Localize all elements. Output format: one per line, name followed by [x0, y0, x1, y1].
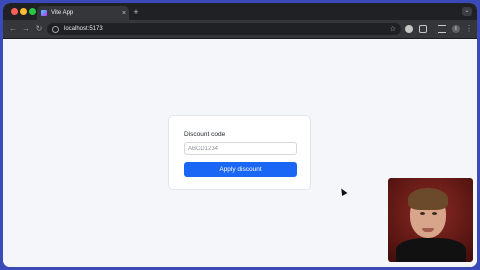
- maximize-window-button[interactable]: [29, 8, 36, 15]
- browser-toolbar: ← → ↻ localhost:5173 ☆ I ⋮: [3, 20, 477, 39]
- media-controls-icon[interactable]: [438, 25, 446, 33]
- close-window-button[interactable]: [11, 8, 18, 15]
- mouse-pointer-icon: [338, 186, 348, 197]
- profile-avatar[interactable]: I: [452, 25, 460, 33]
- discount-code-label: Discount code: [184, 131, 226, 138]
- new-tab-button[interactable]: +: [130, 6, 142, 18]
- minimize-window-button[interactable]: [20, 8, 27, 15]
- puzzle-extensions-icon[interactable]: [419, 25, 427, 33]
- webcam-overlay: [388, 178, 473, 262]
- back-button[interactable]: ←: [8, 24, 18, 34]
- discount-code-input[interactable]: [184, 142, 297, 155]
- forward-button[interactable]: →: [21, 24, 31, 34]
- extension-icon[interactable]: [405, 25, 413, 33]
- site-info-icon[interactable]: [52, 25, 59, 33]
- discount-card: Discount code Apply discount: [168, 115, 311, 190]
- url-text: localhost:5173: [64, 26, 103, 32]
- browser-menu-icon[interactable]: ⋮: [464, 24, 474, 34]
- bookmark-star-icon[interactable]: ☆: [390, 25, 396, 33]
- tab-vite-app[interactable]: Vite App ×: [37, 6, 129, 20]
- tab-strip: Vite App × + ⌄: [3, 3, 477, 20]
- address-bar[interactable]: localhost:5173 ☆: [47, 23, 401, 35]
- vite-favicon-icon: [41, 10, 47, 16]
- tab-search-button[interactable]: ⌄: [462, 7, 472, 16]
- reload-button[interactable]: ↻: [34, 24, 44, 34]
- tab-title: Vite App: [51, 10, 74, 16]
- tab-close-icon[interactable]: ×: [119, 10, 129, 17]
- apply-discount-button[interactable]: Apply discount: [184, 162, 297, 177]
